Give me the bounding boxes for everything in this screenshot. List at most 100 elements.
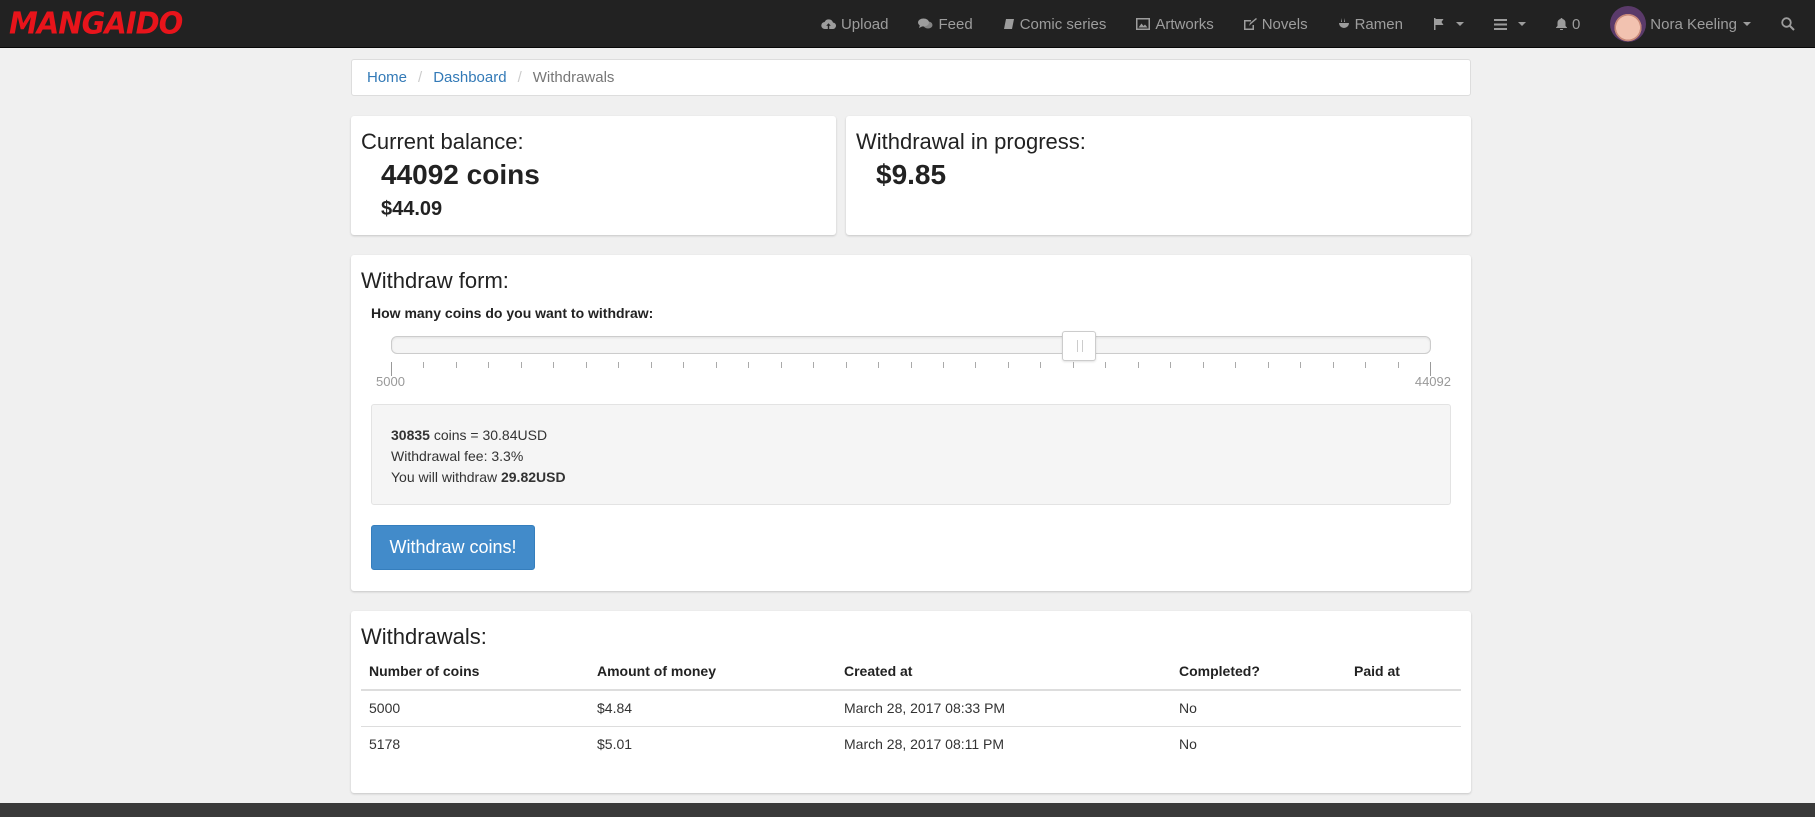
slider-tick [1072,362,1074,368]
slider-tick [618,362,620,368]
slider-tick [683,362,685,368]
avatar [1610,6,1647,42]
slider-tick [488,362,490,368]
table-cell: No [1171,726,1346,762]
withdrawals-title: Withdrawals: [361,624,487,649]
progress-amount: $9.85 [876,159,947,190]
nav-novels[interactable]: Novels [1229,0,1323,48]
slider-tick [845,362,847,368]
slider-tick [1235,362,1237,368]
summary-withdraw-line: You will withdraw 29.82USD [391,467,1431,488]
breadcrumb-separator: / [517,69,522,86]
ramen-bowl-icon [1338,18,1350,30]
chevron-down-icon [1455,22,1464,26]
slider-handle[interactable] [1062,331,1097,361]
breadcrumb-home[interactable]: Home [367,69,407,86]
notifications-count: 0 [1571,15,1581,33]
bell-icon [1555,18,1567,30]
table-cell [1346,726,1461,762]
slider-tick [650,362,652,368]
cloud-upload-icon [821,18,836,30]
column-header: Paid at [1346,655,1461,691]
slider-min-label: 5000 [376,374,405,389]
coins-label: How many coins do you want to withdraw: [371,305,654,321]
table-row: 5178 $5.01 March 28, 2017 08:11 PM No [361,726,1461,762]
slider-tick [975,362,977,368]
table-cell [1346,690,1461,727]
nav-comic-series-label: Comic series [1019,15,1107,33]
slider-tick [553,362,555,368]
top-navbar: MANGAIDO Upload Feed Comic series Artwor… [0,0,1815,48]
breadcrumb-dashboard[interactable]: Dashboard [433,69,506,86]
breadcrumb: Home / Dashboard / Withdrawals [351,59,1471,96]
slider-tick [1040,362,1042,368]
slider-ticks [391,362,1431,378]
nav-search[interactable] [1766,0,1815,48]
table-cell: $5.01 [589,726,836,762]
withdrawals-panel: Withdrawals: Number of coins Amount of m… [351,611,1471,793]
slider-tick [1105,362,1107,368]
balance-usd: $44.09 [381,198,443,220]
withdraw-coins-button[interactable]: Withdraw coins! [371,525,535,570]
nav-flag-dropdown[interactable] [1418,0,1479,48]
column-header: Number of coins [361,655,589,691]
nav-artworks[interactable]: Artworks [1121,0,1228,48]
slider-tick [813,362,815,368]
summary-fee: Withdrawal fee: 3.3% [391,448,524,464]
slider-tick [520,362,522,368]
withdraw-summary: 30835 coins = 30.84USD Withdrawal fee: 3… [371,404,1451,505]
nav-user-dropdown[interactable]: Nora Keeling [1595,0,1766,48]
summary-withdraw-amount: 29.82USD [500,469,566,485]
nav-comic-series[interactable]: Comic series [988,0,1122,48]
table-row: 5000 $4.84 March 28, 2017 08:33 PM No [361,690,1461,727]
breadcrumb-current: Withdrawals [532,69,615,86]
table-cell: No [1179,700,1197,716]
user-name: Nora Keeling [1650,15,1737,33]
slider-tick [1170,362,1172,368]
summary-coins-line: 30835 coins = 30.84USD [391,425,1431,446]
column-header: Created at [836,655,1171,691]
slider-tick [1137,362,1139,368]
progress-title: Withdrawal in progress: [856,129,1086,154]
search-icon [1781,17,1795,31]
table-cell: 5178 [361,726,589,762]
picture-icon [1136,18,1151,30]
footer [0,803,1815,817]
nav-menu-dropdown[interactable] [1479,0,1541,48]
hamburger-icon [1493,18,1507,30]
slider-tick [1007,362,1009,368]
slider-max-label: 44092 [1414,374,1451,389]
chevron-down-icon [1517,22,1526,26]
table-cell: $4.84 [597,700,633,716]
slider-tick [455,362,457,368]
slider-tick [942,362,944,368]
table-cell: March 28, 2017 08:11 PM [836,726,1171,762]
chevron-down-icon [1743,22,1751,26]
slider-tick [780,362,782,368]
nav-ramen[interactable]: Ramen [1323,0,1418,48]
nav-ramen-label: Ramen [1354,15,1403,33]
slider-tick [715,362,717,368]
table-cell: March 28, 2017 08:33 PM [844,700,1006,716]
balance-coins: 44092 coins [381,159,540,190]
nav-upload-label: Upload [840,15,889,33]
table-cell: 5000 [369,700,401,716]
column-header: Amount of money [589,655,836,691]
balance-panel: Current balance: 44092 coins $44.09 [351,116,836,235]
summary-coins-usd: coins = 30.84USD [429,427,548,443]
nav-upload[interactable]: Upload [806,0,904,48]
withdrawals-table: Number of coins Amount of money Created … [361,655,1461,762]
nav-items: Upload Feed Comic series Artworks Novels… [806,0,1815,48]
brand-logo[interactable]: MANGAIDO [9,5,183,41]
book-icon [1003,18,1015,30]
nav-notifications[interactable]: 0 [1541,0,1595,48]
slider-tick [1365,362,1367,368]
breadcrumb-separator: / [418,69,423,86]
edit-icon [1243,18,1257,30]
form-title: Withdraw form: [361,268,509,293]
nav-feed-label: Feed [938,15,973,33]
coins-slider[interactable] [391,331,1431,361]
balance-title: Current balance: [361,129,524,154]
nav-feed[interactable]: Feed [903,0,987,48]
slider-tick [748,362,750,368]
